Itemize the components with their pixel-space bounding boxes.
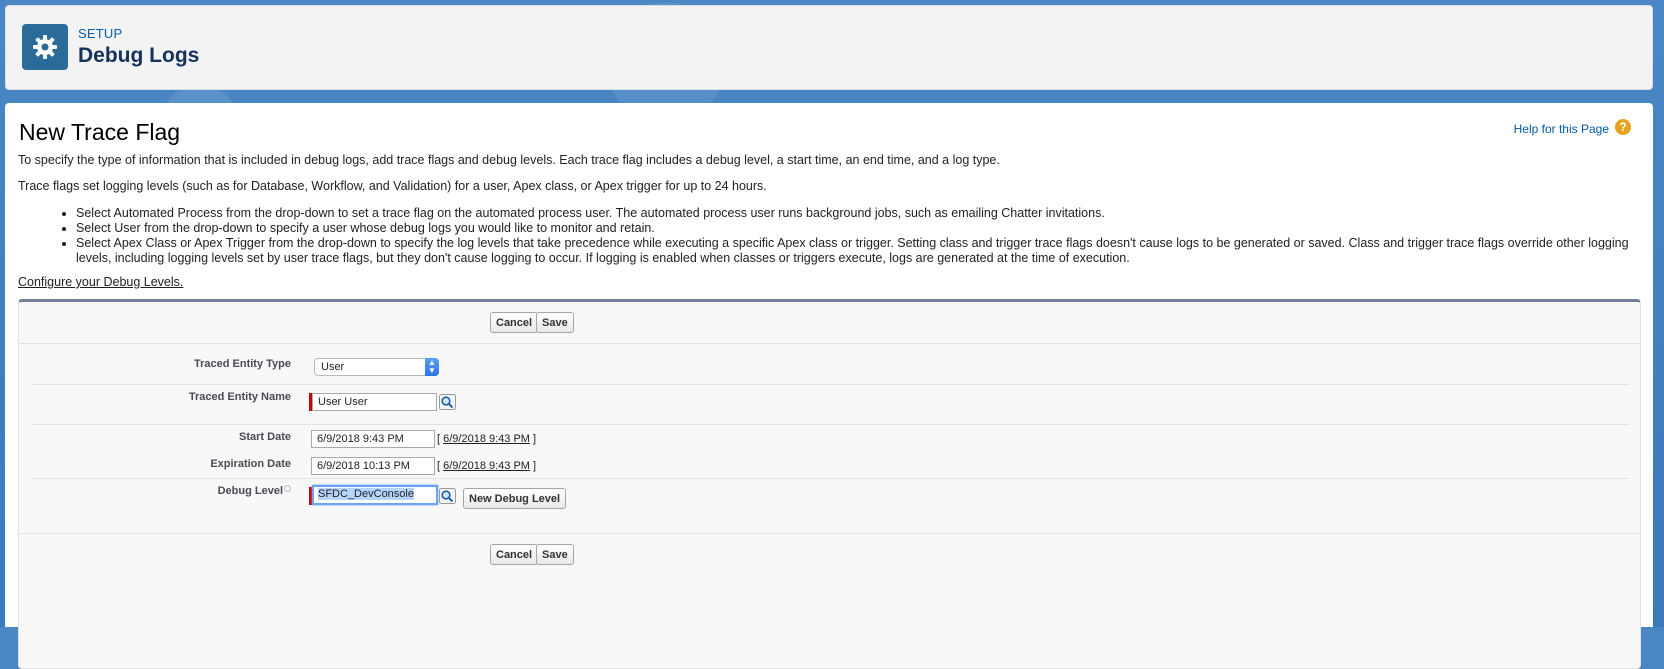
lookup-icon[interactable]	[439, 488, 456, 504]
select-arrows-icon: ▲ ▼	[425, 358, 439, 376]
page-title: New Trace Flag	[19, 119, 181, 145]
debug-level-label: Debug Level	[217, 485, 283, 497]
row-divider	[31, 478, 1629, 479]
bullet-item: Select Automated Process from the drop-d…	[76, 206, 1638, 221]
intro-paragraph-2: Trace flags set logging levels (such as …	[18, 179, 767, 193]
info-bullets: Select Automated Process from the drop-d…	[18, 206, 1638, 266]
info-icon[interactable]	[284, 485, 291, 492]
expiration-date-input[interactable]	[311, 457, 435, 475]
setup-kicker[interactable]: SETUP	[78, 26, 122, 41]
lookup-icon[interactable]	[439, 394, 456, 410]
traced-entity-type-value: User	[321, 361, 345, 373]
bracket-close: ]	[533, 433, 537, 445]
configure-debug-levels-link[interactable]: Configure your Debug Levels.	[18, 275, 183, 289]
start-date-link[interactable]: 6/9/2018 9:43 PM	[443, 433, 530, 445]
save-button[interactable]: Save	[536, 312, 574, 333]
traced-entity-type-select[interactable]: User ▲ ▼	[314, 358, 439, 376]
bullet-item: Select Apex Class or Apex Trigger from t…	[76, 236, 1638, 266]
row-divider	[31, 384, 1629, 385]
intro-paragraph-1: To specify the type of information that …	[18, 153, 1000, 167]
setup-header: SETUP Debug Logs	[5, 5, 1653, 90]
save-button[interactable]: Save	[536, 544, 574, 565]
debug-level-input[interactable]: SFDC_DevConsole	[312, 485, 438, 505]
page-header-title: Debug Logs	[78, 44, 200, 67]
bullet-item: Select User from the drop-down to specif…	[76, 221, 1638, 236]
expiration-date-link[interactable]: 6/9/2018 9:43 PM	[443, 460, 530, 472]
start-date-label: Start Date	[239, 431, 291, 443]
traced-entity-type-label: Traced Entity Type	[194, 358, 291, 370]
bracket-open: [	[437, 460, 441, 472]
new-debug-level-button[interactable]: New Debug Level	[463, 488, 567, 509]
start-date-now-link: [ 6/9/2018 9:43 PM ]	[437, 433, 536, 445]
main-panel: New Trace Flag Help for this Page ? To s…	[5, 103, 1653, 669]
expiration-date-label: Expiration Date	[210, 458, 291, 470]
row-divider	[31, 424, 1629, 425]
debug-level-value: SFDC_DevConsole	[318, 488, 414, 500]
debug-level-label-wrap: Debug Level	[31, 485, 291, 497]
top-button-row: Cancel Save	[19, 302, 1640, 344]
cancel-button[interactable]: Cancel	[490, 544, 539, 565]
bracket-close: ]	[533, 460, 537, 472]
help-icon[interactable]: ?	[1615, 119, 1631, 135]
expiration-date-now-link: [ 6/9/2018 9:43 PM ]	[437, 460, 536, 472]
bracket-open: [	[437, 433, 441, 445]
traced-entity-name-input[interactable]	[312, 393, 437, 411]
gear-icon	[22, 24, 68, 70]
start-date-input[interactable]	[311, 430, 435, 448]
traced-entity-name-label: Traced Entity Name	[188, 391, 291, 403]
trace-flag-form: Cancel Save Traced Entity Type User ▲ ▼ T…	[18, 299, 1641, 669]
cancel-button[interactable]: Cancel	[490, 312, 539, 333]
help-link[interactable]: Help for this Page	[1514, 122, 1609, 136]
bottom-button-row: Cancel Save	[19, 533, 1640, 575]
